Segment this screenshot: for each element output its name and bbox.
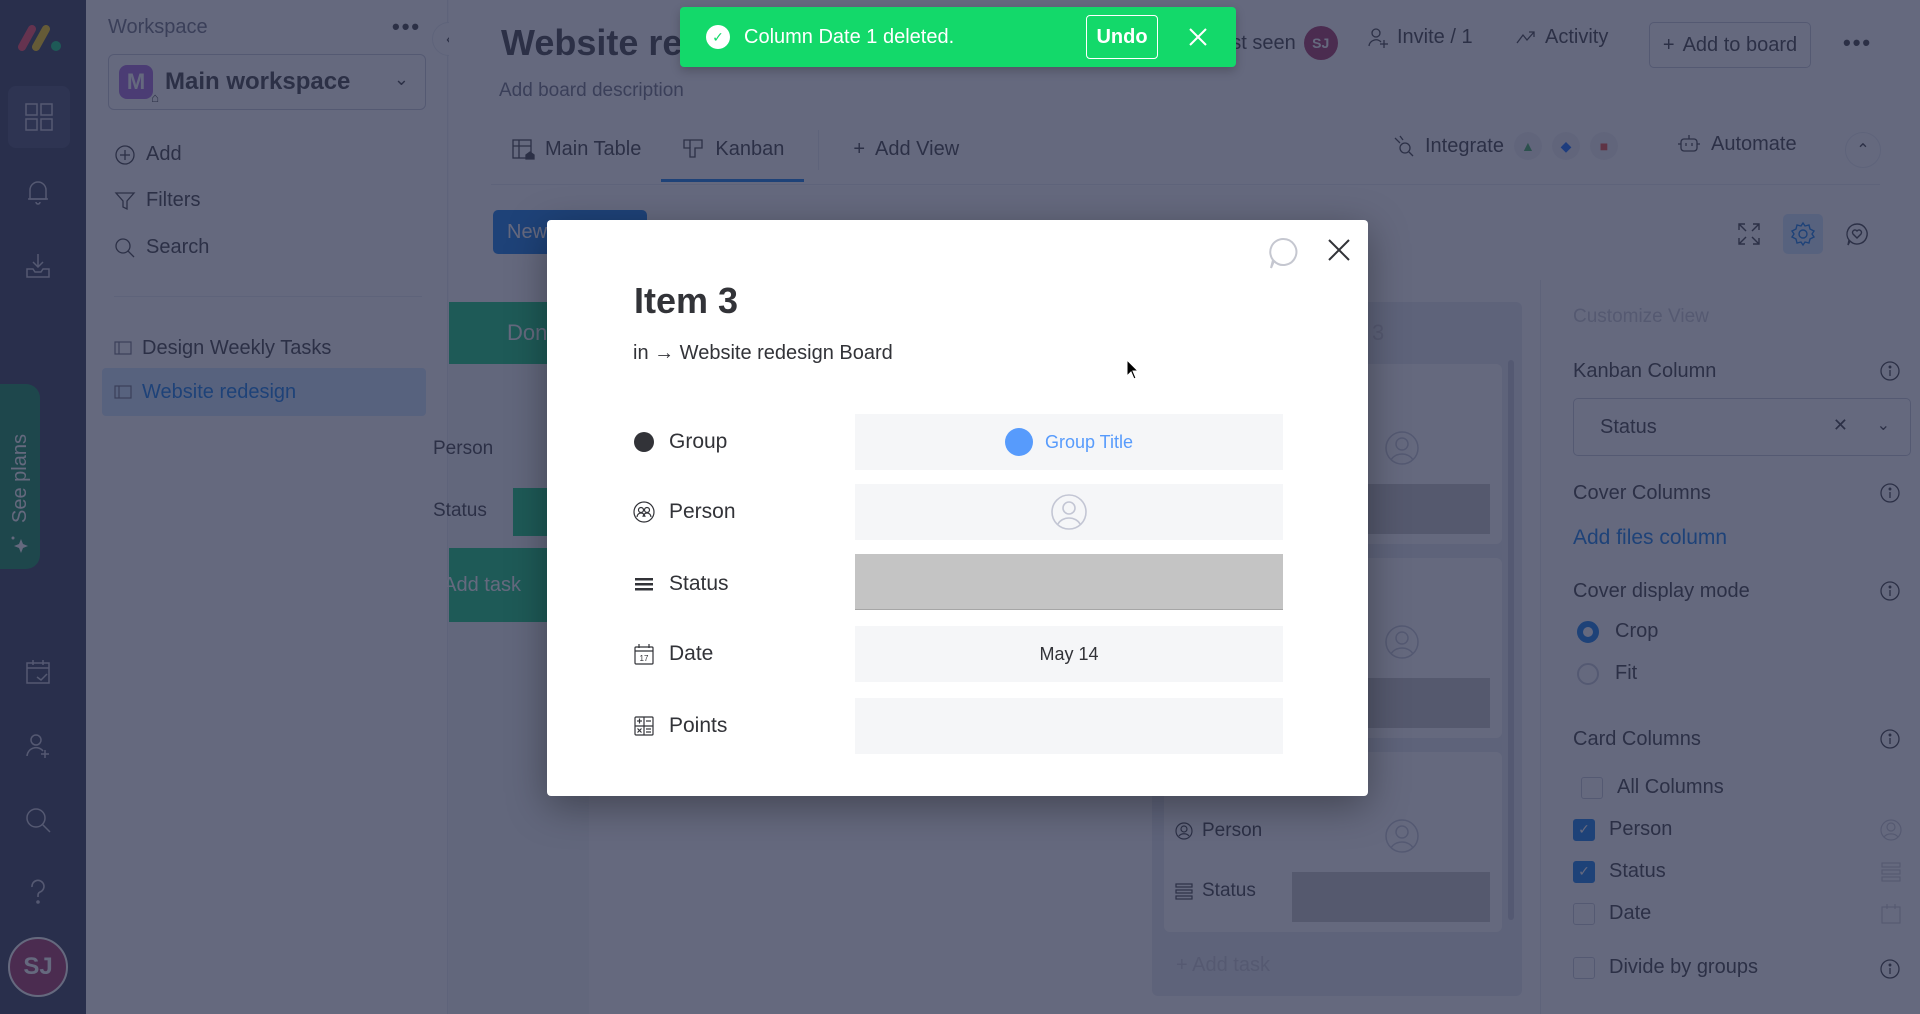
toast-message: Column Date 1 deleted. [744, 25, 955, 48]
field-label-text: Date [669, 642, 714, 665]
field-label-text: Status [669, 572, 729, 595]
mouse-cursor-icon [1126, 359, 1140, 380]
undo-button[interactable]: Undo [1086, 15, 1158, 59]
close-icon [1189, 28, 1207, 46]
toast-notification: ✓ Column Date 1 deleted. Undo [680, 7, 1236, 67]
person-placeholder-icon [1051, 494, 1087, 530]
field-value-date[interactable]: May 14 [855, 626, 1283, 682]
group-dot-icon [634, 432, 654, 452]
field-label-status: Status [633, 556, 729, 612]
field-label-date: 17 Date [633, 626, 713, 682]
field-label-person: Person [633, 484, 736, 540]
svg-text:17: 17 [640, 654, 649, 663]
field-value-points[interactable] [855, 698, 1283, 754]
status-lines-icon [635, 578, 653, 591]
field-label-text: Group [669, 430, 728, 453]
check-circle-icon: ✓ [706, 25, 730, 49]
field-row-group: Group Group Title [633, 414, 1333, 470]
field-row-points: Points [633, 698, 1333, 754]
toast-close-button[interactable] [1182, 21, 1214, 53]
item-card-modal: Item 3 in → Website redesign Board Group… [547, 220, 1368, 796]
group-title: Group Title [1044, 431, 1134, 452]
comment-bubble-icon[interactable] [1265, 235, 1301, 271]
group-color-dot [1004, 428, 1033, 456]
field-label-text: Person [669, 500, 736, 523]
field-value-person[interactable] [855, 484, 1283, 540]
field-row-person: Person [633, 484, 1333, 540]
people-icon [633, 501, 655, 523]
close-icon[interactable] [1325, 236, 1353, 264]
field-row-date: 17 Date May 14 [633, 626, 1333, 682]
item-title[interactable]: Item 3 [634, 280, 738, 322]
calendar-17-icon: 17 [634, 644, 654, 665]
field-row-status: Status [633, 554, 1333, 610]
field-label-text: Points [669, 714, 728, 737]
field-value-status[interactable] [855, 554, 1283, 610]
field-label-points: Points [633, 698, 727, 754]
calculator-icon [634, 716, 654, 736]
date-value: May 14 [1039, 643, 1099, 664]
field-value-group[interactable]: Group Title [855, 414, 1283, 470]
field-label-group: Group [633, 414, 727, 470]
item-board-path[interactable]: in → Website redesign Board [633, 342, 893, 365]
